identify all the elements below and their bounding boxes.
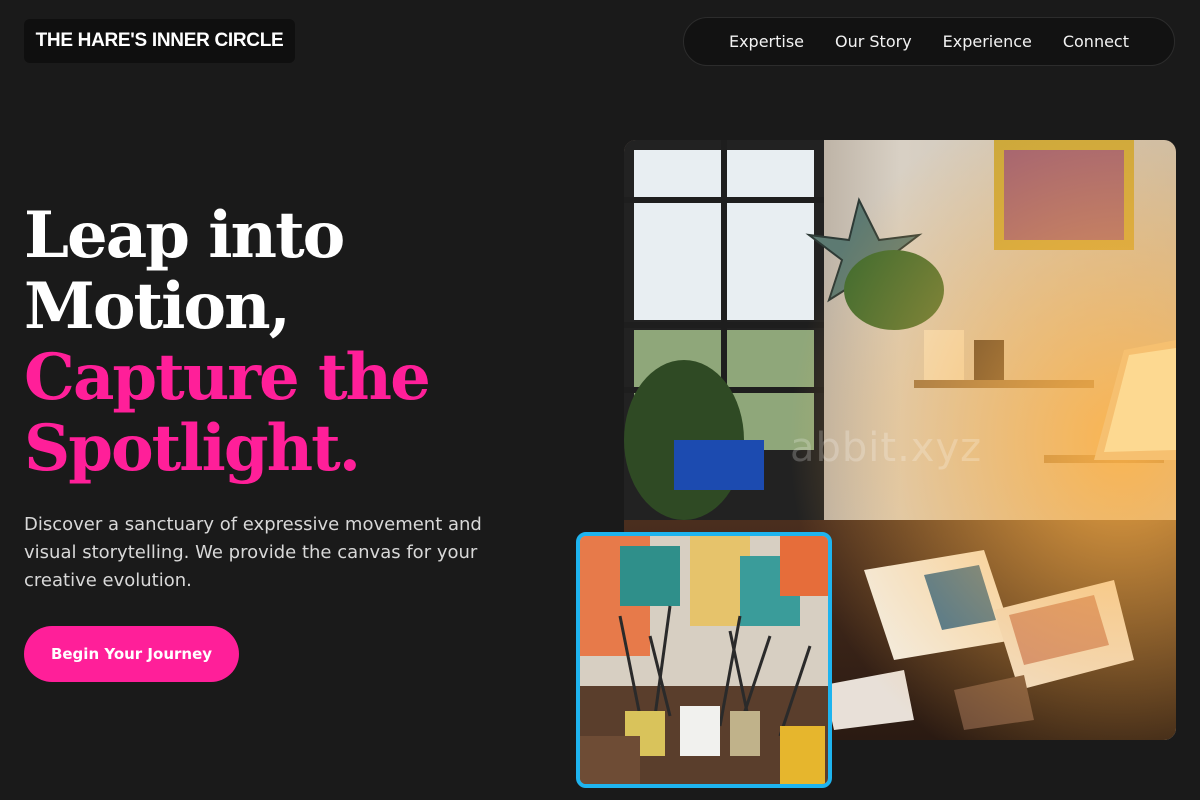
- headline-line-3: Capture the: [24, 340, 431, 415]
- hero-subtext: Discover a sanctuary of expressive movem…: [24, 514, 482, 591]
- nav-link-connect[interactable]: Connect: [1063, 32, 1129, 51]
- logo-text: THE HARE'S INNER CIRCLE: [35, 30, 284, 51]
- headline-line-4: Spotlight.: [24, 411, 361, 486]
- nav-link-our-story[interactable]: Our Story: [835, 32, 912, 51]
- brushes-photo-art: [580, 536, 828, 784]
- begin-journey-button[interactable]: Begin Your Journey: [24, 626, 239, 682]
- headline-line-1: Leap into: [24, 198, 345, 273]
- nav-link-expertise[interactable]: Expertise: [729, 32, 804, 51]
- hero-headline: Leap into Motion, Capture the Spotlight.: [24, 198, 431, 486]
- headline-line-2: Motion,: [24, 269, 291, 344]
- site-logo[interactable]: THE HARE'S INNER CIRCLE: [24, 19, 295, 63]
- top-nav: Expertise Our Story Experience Connect: [683, 17, 1175, 66]
- nav-link-experience[interactable]: Experience: [943, 32, 1032, 51]
- brushes-photo: [576, 532, 832, 788]
